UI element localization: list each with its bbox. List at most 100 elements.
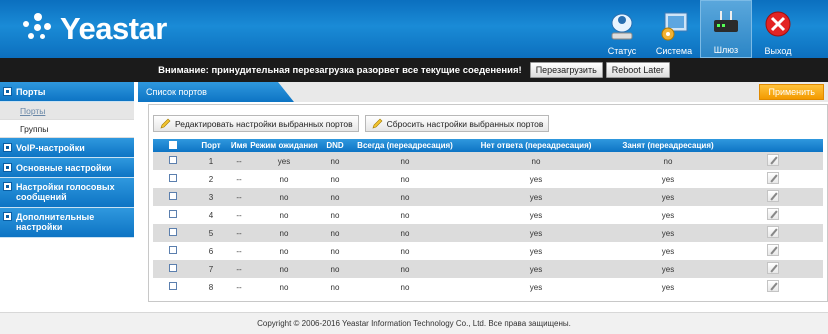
reboot-later-button[interactable]: Reboot Later: [605, 62, 670, 78]
yeastar-logo: Yeastar: [20, 9, 167, 49]
sidebar-item-basic[interactable]: Основные настройки: [0, 158, 134, 178]
sidebar: Порты Порты Группы VoIP-настройки Основн…: [0, 82, 134, 312]
row-edit-cell[interactable]: [723, 224, 823, 242]
row-select-cell[interactable]: [153, 152, 193, 170]
sidebar-subitem-groups[interactable]: Группы: [0, 120, 134, 138]
row-checkbox[interactable]: [169, 174, 177, 182]
tab-port-list[interactable]: Список портов: [138, 82, 294, 102]
cell-busy: yes: [661, 174, 675, 184]
row-checkbox[interactable]: [169, 192, 177, 200]
cell-wait: no: [279, 264, 289, 274]
cell-always: no: [400, 246, 410, 256]
reset-selected-button[interactable]: Сбросить настройки выбранных портов: [364, 115, 550, 132]
row-select-cell[interactable]: [153, 206, 193, 224]
table-row: 6 -- no no no yes yes: [153, 242, 823, 260]
app-header: Yeastar Статус Система Шлюз Выход: [0, 0, 828, 58]
row-select-cell[interactable]: [153, 224, 193, 242]
cell-noanswer: yes: [529, 174, 543, 184]
cell-busy: yes: [661, 210, 675, 220]
sidebar-item-label: Настройки голосовых сообщений: [16, 182, 115, 202]
cell-always: no: [400, 228, 410, 238]
cell-port: 8: [208, 282, 214, 292]
nav-system[interactable]: Система: [648, 0, 700, 58]
cell-port: 5: [208, 228, 214, 238]
toolbar: Редактировать настройки выбранных портов…: [153, 115, 555, 132]
cell-noanswer: yes: [529, 282, 543, 292]
edit-icon[interactable]: [767, 154, 779, 166]
edit-selected-button[interactable]: Редактировать настройки выбранных портов: [153, 115, 359, 132]
col-port: Порт: [201, 141, 221, 150]
cell-name: --: [236, 156, 242, 166]
row-edit-cell[interactable]: [723, 278, 823, 296]
sidebar-item-label: VoIP-настройки: [16, 142, 85, 153]
row-edit-cell[interactable]: [723, 170, 823, 188]
row-edit-cell[interactable]: [723, 152, 823, 170]
sidebar-item-voip[interactable]: VoIP-настройки: [0, 138, 134, 158]
row-edit-cell[interactable]: [723, 260, 823, 278]
row-edit-cell[interactable]: [723, 242, 823, 260]
ports-panel: Редактировать настройки выбранных портов…: [148, 104, 828, 302]
col-noanswer: Нет ответа (переадресация): [480, 141, 592, 150]
cell-wait: no: [279, 246, 289, 256]
logout-icon: [765, 11, 791, 37]
edit-icon[interactable]: [767, 172, 779, 184]
cell-busy: yes: [661, 282, 675, 292]
ports-table: Порт Имя Режим ожидания DND Всегда (пере…: [153, 139, 823, 296]
row-edit-cell[interactable]: [723, 188, 823, 206]
col-edit: [723, 139, 823, 152]
copyright-text: Copyright © 2006-2016 Yeastar Informatio…: [257, 319, 571, 328]
select-all-checkbox[interactable]: [169, 140, 177, 149]
cell-name: --: [236, 264, 242, 274]
nav-gateway[interactable]: Шлюз: [700, 0, 752, 58]
row-select-cell[interactable]: [153, 242, 193, 260]
row-select-cell[interactable]: [153, 188, 193, 206]
cell-noanswer: yes: [529, 192, 543, 202]
edit-icon[interactable]: [767, 280, 779, 292]
edit-icon[interactable]: [767, 190, 779, 202]
cell-wait: no: [279, 228, 289, 238]
sidebar-subitem-ports[interactable]: Порты: [0, 102, 134, 120]
cell-always: no: [400, 264, 410, 274]
cell-noanswer: yes: [529, 210, 543, 220]
select-all-cell[interactable]: [153, 139, 193, 152]
nav-status[interactable]: Статус: [596, 0, 648, 58]
row-select-cell[interactable]: [153, 260, 193, 278]
nav-logout[interactable]: Выход: [752, 0, 804, 58]
cell-always: no: [400, 210, 410, 220]
expand-box-icon: [3, 212, 12, 221]
apply-button[interactable]: Применить: [759, 84, 824, 100]
edit-icon[interactable]: [767, 244, 779, 256]
edit-icon[interactable]: [767, 262, 779, 274]
reboot-button[interactable]: Перезагрузить: [529, 62, 603, 78]
edit-icon[interactable]: [767, 226, 779, 238]
cell-busy: yes: [661, 246, 675, 256]
table-row: 1 -- yes no no no no: [153, 152, 823, 170]
row-checkbox[interactable]: [169, 156, 177, 164]
cell-always: no: [400, 156, 410, 166]
cell-name: --: [236, 174, 242, 184]
row-checkbox[interactable]: [169, 282, 177, 290]
expand-box-icon: [3, 87, 12, 96]
row-checkbox[interactable]: [169, 228, 177, 236]
pencil-icon: [372, 118, 383, 128]
sidebar-item-label: Основные настройки: [16, 162, 112, 173]
sidebar-item-ports[interactable]: Порты: [0, 82, 134, 102]
row-select-cell[interactable]: [153, 278, 193, 296]
row-edit-cell[interactable]: [723, 206, 823, 224]
sidebar-item-voicemail[interactable]: Настройки голосовых сообщений: [0, 178, 134, 208]
expand-box-icon: [3, 182, 12, 191]
cell-dnd: no: [330, 156, 340, 166]
cell-busy: no: [663, 156, 673, 166]
nav-gateway-label: Шлюз: [713, 45, 739, 55]
col-always: Всегда (переадресация): [357, 141, 453, 150]
sidebar-item-advanced[interactable]: Дополнительные настройки: [0, 208, 134, 238]
row-checkbox[interactable]: [169, 264, 177, 272]
col-dnd: DND: [326, 141, 344, 150]
table-row: 7 -- no no no yes yes: [153, 260, 823, 278]
table-row: 8 -- no no no yes yes: [153, 278, 823, 296]
edit-icon[interactable]: [767, 208, 779, 220]
cell-busy: yes: [661, 228, 675, 238]
row-select-cell[interactable]: [153, 170, 193, 188]
row-checkbox[interactable]: [169, 246, 177, 254]
row-checkbox[interactable]: [169, 210, 177, 218]
